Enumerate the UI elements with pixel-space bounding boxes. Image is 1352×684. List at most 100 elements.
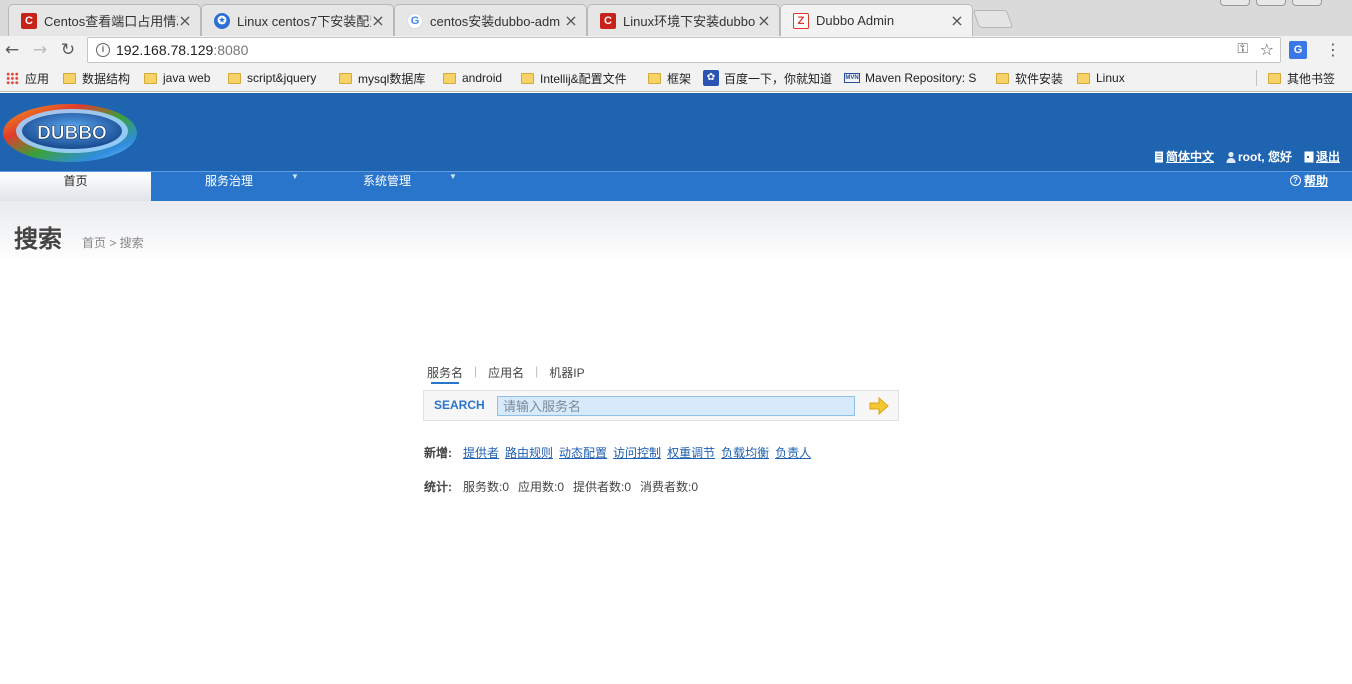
add-access-control-link[interactable]: 访问控制 (613, 444, 661, 461)
tab-title: Linux环境下安装dubbo (623, 14, 756, 29)
tab-title: centos安装dubbo-adm (430, 14, 561, 29)
folder-icon (996, 72, 1009, 84)
bookmark-folder[interactable]: script&jquery (228, 70, 316, 86)
info-icon[interactable]: i (96, 43, 110, 57)
bookmark-label: 框架 (667, 71, 692, 86)
nav-label: 服务治理 (205, 174, 254, 188)
add-dynamic-config-link[interactable]: 动态配置 (559, 444, 607, 461)
svg-text:DUBBO: DUBBO (37, 123, 107, 144)
maximize-button[interactable] (1256, 0, 1286, 6)
bookmark-apps[interactable]: 应用 (6, 70, 49, 86)
user-icon (1226, 151, 1236, 163)
bookmark-folder[interactable]: 数据结构 (63, 70, 130, 86)
close-icon[interactable]: × (178, 12, 192, 28)
add-weight-link[interactable]: 权重调节 (667, 444, 715, 461)
user-label: root, 您好 (1237, 150, 1292, 164)
tab-title: Linux centos7下安装配置 (237, 14, 371, 29)
bookmark-baidu[interactable]: ✿ 百度一下，你就知道 (703, 70, 832, 86)
language-link[interactable]: 简体中文 (1154, 148, 1214, 165)
bookmark-label: 其他书签 (1287, 71, 1336, 86)
folder-icon (228, 72, 241, 84)
bookmark-maven[interactable]: MVN Maven Repository: S (844, 70, 980, 86)
arrow-right-icon[interactable] (868, 396, 890, 416)
tab-title: Centos查看端口占用情况 (44, 14, 178, 29)
url-port: :8080 (213, 42, 249, 58)
caret-down-icon: ▼ (449, 172, 457, 181)
bookmark-folder[interactable]: mysql数据库 (339, 70, 425, 86)
bookmark-folder[interactable]: 框架 (648, 70, 691, 86)
back-icon[interactable]: ← (2, 40, 22, 60)
document-icon (1154, 151, 1163, 162)
browser-tab[interactable]: G centos安装dubbo-adm × (394, 4, 587, 36)
add-route-rule-link[interactable]: 路由规则 (505, 444, 553, 461)
search-input[interactable] (497, 396, 855, 416)
tab-service-name[interactable]: 服务名 (427, 364, 463, 384)
bookmark-divider (1256, 70, 1257, 86)
tab-application-name[interactable]: 应用名 (488, 364, 524, 381)
close-icon[interactable]: × (371, 12, 385, 28)
add-owner-link[interactable]: 负责人 (775, 444, 811, 461)
translate-icon[interactable]: G (1289, 41, 1307, 59)
key-icon[interactable]: ⚿ (1237, 41, 1248, 57)
csdn-icon: C (21, 12, 37, 29)
help-icon: ? (1289, 175, 1301, 186)
main-nav: 首页 服务治理 ▼ 系统管理 ▼ ? 帮助 (0, 171, 1352, 202)
add-new-row: 新增: 提供者 路由规则 动态配置 访问控制 权重调节 负载均衡 负责人 (424, 444, 817, 461)
bookmark-label: java web (163, 71, 211, 85)
bookmark-label: 数据结构 (82, 71, 131, 86)
minimize-button[interactable] (1220, 0, 1250, 6)
browser-tab[interactable]: ✪ Linux centos7下安装配置 × (201, 4, 394, 36)
url-text: 192.168.78.129:8080 (116, 42, 248, 58)
baidu-icon: ✿ (703, 70, 719, 86)
reload-icon[interactable]: ↻ (58, 40, 78, 60)
logout-icon (1304, 151, 1314, 162)
address-bar[interactable]: i 192.168.78.129:8080 ⚿ ☆ (87, 37, 1281, 63)
close-icon[interactable]: × (564, 12, 578, 28)
folder-icon (1268, 72, 1281, 84)
folder-icon (144, 72, 157, 84)
browser-tab[interactable]: C Linux环境下安装dubbo × (587, 4, 780, 36)
logout-link[interactable]: 退出 (1304, 148, 1340, 165)
nav-help[interactable]: ? 帮助 (1289, 172, 1328, 189)
bookmark-label: mysql数据库 (358, 71, 426, 86)
new-tab-button[interactable] (972, 10, 1014, 28)
close-icon[interactable]: × (950, 12, 964, 28)
bookmark-label: 百度一下，你就知道 (724, 71, 833, 86)
bookmark-folder[interactable]: java web (144, 70, 210, 86)
url-host: 192.168.78.129 (116, 42, 214, 58)
window-close-button[interactable] (1292, 0, 1322, 6)
star-icon[interactable]: ☆ (1260, 40, 1274, 59)
close-icon[interactable]: × (757, 12, 771, 28)
add-provider-link[interactable]: 提供者 (463, 444, 499, 461)
header-links: 简体中文 root, 您好 退出 (1154, 148, 1340, 165)
page-title: 搜索 (14, 225, 62, 253)
bookmark-label: Linux (1096, 71, 1125, 85)
nav-home[interactable]: 首页 (0, 172, 151, 202)
add-load-balance-link[interactable]: 负载均衡 (721, 444, 769, 461)
bookmark-folder[interactable]: Linux (1077, 70, 1125, 86)
browser-menu-icon[interactable]: ⋮ (1325, 40, 1341, 59)
nav-service-governance[interactable]: 服务治理 ▼ (205, 172, 305, 202)
nav-system-management[interactable]: 系统管理 ▼ (363, 172, 463, 202)
bookmark-label: android (462, 71, 503, 85)
folder-icon (521, 72, 534, 84)
bookmark-other[interactable]: 其他书签 (1268, 70, 1335, 86)
google-icon: G (407, 12, 423, 29)
dubbo-logo: DUBBO (3, 104, 137, 162)
bookmark-folder[interactable]: Intellij&配置文件 (521, 70, 627, 86)
stat-providers: 提供者数:0 (573, 480, 632, 494)
apps-icon (6, 71, 19, 85)
browser-tab[interactable]: C Centos查看端口占用情况 × (8, 4, 201, 36)
nav-label: 系统管理 (363, 174, 412, 188)
forward-icon[interactable]: → (30, 40, 50, 60)
search-box: SEARCH (423, 390, 899, 421)
bookmark-folder[interactable]: 软件安装 (996, 70, 1063, 86)
tab-machine-ip[interactable]: 机器IP (549, 364, 584, 381)
breadcrumb[interactable]: 首页 > 搜索 (82, 234, 144, 251)
browser-tab-active[interactable]: Z Dubbo Admin × (780, 4, 973, 36)
stat-consumers: 消费者数:0 (640, 480, 699, 494)
bookmark-folder[interactable]: android (443, 70, 502, 86)
tab-divider: | (535, 364, 539, 378)
language-label: 简体中文 (1165, 150, 1214, 164)
logout-label: 退出 (1315, 150, 1340, 164)
